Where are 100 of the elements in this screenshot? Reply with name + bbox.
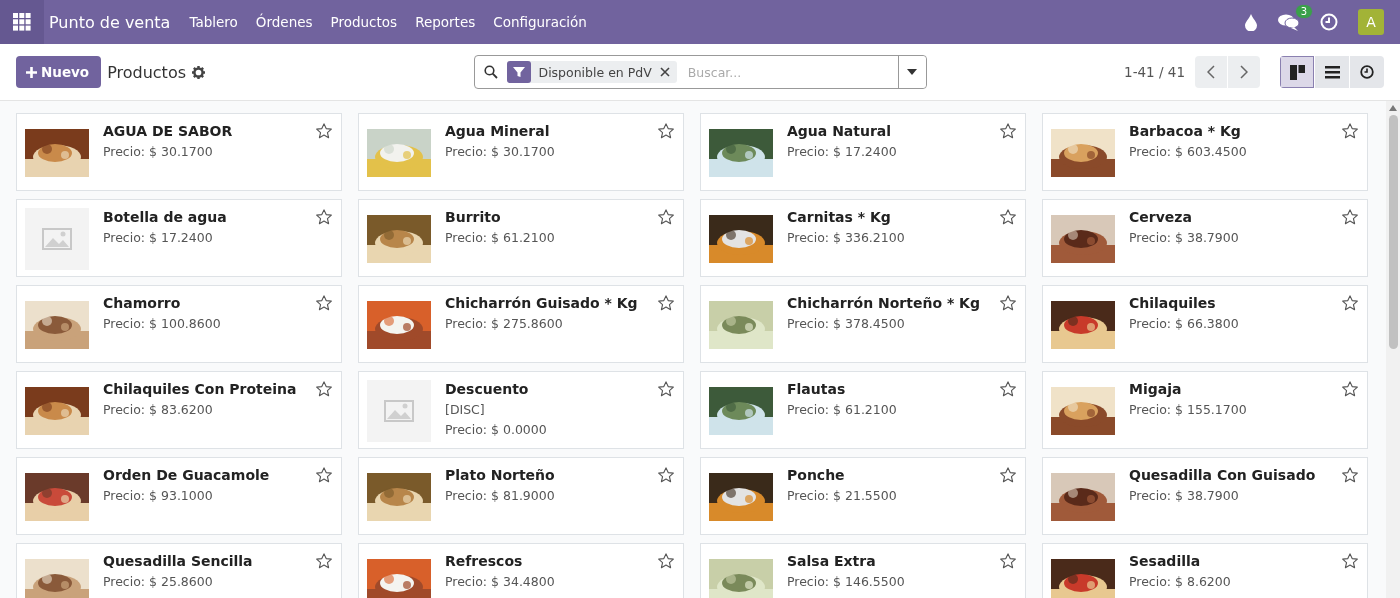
- product-card[interactable]: Sesadilla Precio: $ 8.6200: [1042, 543, 1368, 598]
- product-name: Sesadilla: [1129, 553, 1202, 569]
- product-card[interactable]: Orden De Guacamole Precio: $ 93.1000: [16, 457, 342, 535]
- product-name: Refrescos: [445, 553, 524, 569]
- view-switch-button[interactable]: [1315, 56, 1349, 88]
- chat-icon[interactable]: [1278, 13, 1300, 31]
- product-name: Plato Norteño: [445, 467, 556, 483]
- star-icon[interactable]: [315, 466, 333, 484]
- star-icon[interactable]: [1341, 122, 1359, 140]
- product-card[interactable]: Chamorro Precio: $ 100.8600: [16, 285, 342, 363]
- product-card[interactable]: Ponche Precio: $ 21.5500: [700, 457, 1026, 535]
- product-price: Precio: $ 275.8600: [445, 316, 564, 331]
- image-icon: [384, 400, 414, 422]
- product-price: Precio: $ 603.4500: [1129, 144, 1248, 159]
- star-icon[interactable]: [999, 122, 1017, 140]
- star-icon[interactable]: [315, 122, 333, 140]
- star-icon[interactable]: [999, 552, 1017, 570]
- star-icon[interactable]: [1341, 294, 1359, 312]
- menu-item[interactable]: Productos: [321, 14, 407, 30]
- product-card[interactable]: Quesadilla Con Guisado Precio: $ 38.7900: [1042, 457, 1368, 535]
- clock-icon: [1360, 65, 1374, 79]
- close-icon[interactable]: [659, 67, 670, 77]
- product-card[interactable]: Refrescos Precio: $ 34.4800: [358, 543, 684, 598]
- product-price: Precio: $ 34.4800: [445, 574, 556, 589]
- star-icon[interactable]: [657, 122, 675, 140]
- product-name: Orden De Guacamole: [103, 467, 271, 483]
- menu-item[interactable]: Tablero: [180, 14, 247, 30]
- new-button[interactable]: Nuevo: [16, 56, 102, 88]
- star-icon[interactable]: [999, 208, 1017, 226]
- product-name: Ponche: [787, 467, 846, 483]
- star-icon[interactable]: [1341, 552, 1359, 570]
- product-card[interactable]: Chilaquiles Con Proteina Precio: $ 83.6200: [16, 371, 342, 449]
- product-card[interactable]: Quesadilla Sencilla Precio: $ 25.8600: [16, 543, 342, 598]
- product-price: Precio: $ 38.7900: [1129, 230, 1240, 245]
- star-icon[interactable]: [1341, 466, 1359, 484]
- scrollbar[interactable]: [1386, 101, 1400, 598]
- product-name: Agua Mineral: [445, 123, 551, 139]
- product-name: Salsa Extra: [787, 553, 877, 569]
- product-price: Precio: $ 30.1700: [103, 144, 214, 159]
- star-icon[interactable]: [315, 552, 333, 570]
- star-icon[interactable]: [999, 294, 1017, 312]
- star-icon[interactable]: [315, 380, 333, 398]
- product-price: Precio: $ 336.2100: [787, 230, 906, 245]
- star-icon[interactable]: [1341, 380, 1359, 398]
- pager-value[interactable]: 1-41 / 41: [1124, 64, 1185, 80]
- apps-menu-button[interactable]: [0, 0, 44, 44]
- clock-icon[interactable]: [1320, 13, 1338, 31]
- product-card[interactable]: Agua Natural Precio: $ 17.2400: [700, 113, 1026, 191]
- app-name[interactable]: Punto de venta: [49, 12, 171, 32]
- image-icon: [42, 228, 72, 250]
- product-card[interactable]: Cerveza Precio: $ 38.7900: [1042, 199, 1368, 277]
- list-icon: [1324, 65, 1340, 79]
- product-card[interactable]: Salsa Extra Precio: $ 146.5500: [700, 543, 1026, 598]
- product-name: Carnitas * Kg: [787, 209, 892, 225]
- product-card[interactable]: Flautas Precio: $ 61.2100: [700, 371, 1026, 449]
- product-price: Precio: $ 17.2400: [103, 230, 214, 245]
- product-card[interactable]: Barbacoa * Kg Precio: $ 603.4500: [1042, 113, 1368, 191]
- product-card[interactable]: Migaja Precio: $ 155.1700: [1042, 371, 1368, 449]
- product-name: Flautas: [787, 381, 847, 397]
- drop-icon[interactable]: [1244, 13, 1258, 31]
- product-price: Precio: $ 21.5500: [787, 488, 898, 503]
- chevron-left-icon: [1207, 65, 1215, 79]
- menu-item[interactable]: Órdenes: [246, 14, 322, 30]
- product-price: Precio: $ 61.2100: [787, 402, 898, 417]
- menu-item[interactable]: Configuración: [484, 14, 596, 30]
- star-icon[interactable]: [657, 208, 675, 226]
- product-name: Cerveza: [1129, 209, 1193, 225]
- page-title: Productos: [107, 62, 186, 82]
- view-switch-button[interactable]: [1350, 56, 1384, 88]
- product-card[interactable]: Descuento [DISC] Precio: $ 0.0000: [358, 371, 684, 449]
- menu-item[interactable]: Reportes: [406, 14, 485, 30]
- gear-icon[interactable]: [192, 65, 205, 79]
- product-card[interactable]: Plato Norteño Precio: $ 81.9000: [358, 457, 684, 535]
- star-icon[interactable]: [999, 380, 1017, 398]
- product-name: Chamorro: [103, 295, 182, 311]
- kanban-icon: [1289, 64, 1305, 80]
- product-name: Burrito: [445, 209, 502, 225]
- star-icon[interactable]: [999, 466, 1017, 484]
- star-icon[interactable]: [657, 380, 675, 398]
- star-icon[interactable]: [657, 552, 675, 570]
- star-icon[interactable]: [1341, 208, 1359, 226]
- star-icon[interactable]: [657, 466, 675, 484]
- product-price: Precio: $ 17.2400: [787, 144, 898, 159]
- product-card[interactable]: Chicharrón Norteño * Kg Precio: $ 378.4500: [700, 285, 1026, 363]
- view-switch-button[interactable]: [1280, 56, 1314, 88]
- star-icon[interactable]: [315, 294, 333, 312]
- product-name: AGUA DE SABOR: [103, 123, 234, 139]
- product-card[interactable]: Carnitas * Kg Precio: $ 336.2100: [700, 199, 1026, 277]
- product-price: Precio: $ 30.1700: [445, 144, 556, 159]
- product-card[interactable]: Agua Mineral Precio: $ 30.1700: [358, 113, 684, 191]
- product-price: Precio: $ 93.1000: [103, 488, 214, 503]
- product-card[interactable]: AGUA DE SABOR Precio: $ 30.1700: [16, 113, 342, 191]
- product-card[interactable]: Chilaquiles Precio: $ 66.3800: [1042, 285, 1368, 363]
- product-card[interactable]: Botella de agua Precio: $ 17.2400: [16, 199, 342, 277]
- product-card[interactable]: Burrito Precio: $ 61.2100: [358, 199, 684, 277]
- star-icon[interactable]: [657, 294, 675, 312]
- scroll-up-icon: [1389, 105, 1397, 111]
- star-icon[interactable]: [315, 208, 333, 226]
- product-card[interactable]: Chicharrón Guisado * Kg Precio: $ 275.8600: [358, 285, 684, 363]
- search-options-button[interactable]: [897, 56, 926, 88]
